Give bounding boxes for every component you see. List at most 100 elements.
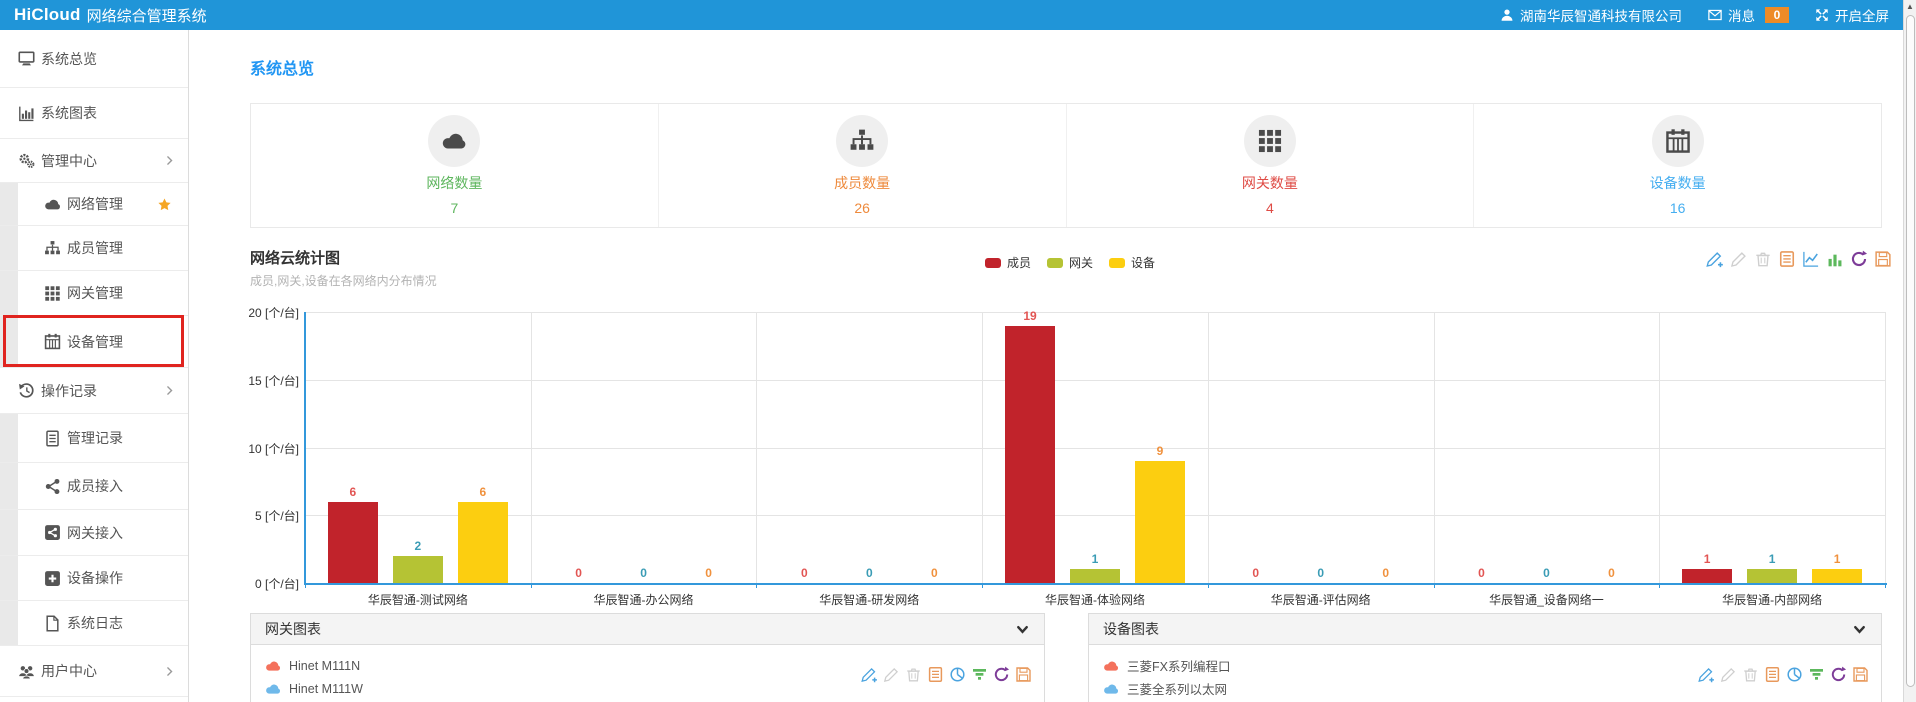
sidebar-item-label: 系统图表 [41,103,97,123]
user-icon [1500,8,1514,22]
sidebar-item-operation-records[interactable]: 操作记录 [0,368,188,414]
doc-icon[interactable] [1764,666,1781,683]
device-item-label: 三菱FX系列编程口 [1127,656,1230,675]
bar-chart-icon[interactable] [1826,250,1844,268]
sidebar-item-gateway-access[interactable]: 网关接入 [0,510,188,556]
bar-成员[interactable] [1682,569,1732,583]
envelope-icon [1708,8,1722,22]
stat-card-networks: 网络数量 7 [251,104,659,227]
sidebar-item-label: 管理中心 [41,151,97,171]
stat-value: 16 [1670,200,1686,216]
app-root: { "colors": { "navbar_bg": "#2095d8", "b… [0,0,1916,702]
company-menu[interactable]: 湖南华辰智通科技有限公司 [1500,5,1682,25]
bar-网关[interactable] [1070,569,1120,583]
sidebar-item-system-overview[interactable]: 系统总览 [0,30,188,88]
x-axis-category-label: 华辰智通-体验网络 [982,591,1208,608]
bar-网关[interactable] [1747,569,1797,583]
sidebar-item-label: 系统总览 [41,49,97,69]
edit-icon[interactable] [1730,250,1748,268]
bar-成员[interactable] [1005,326,1055,583]
bar-设备[interactable] [1812,569,1862,583]
navbar-right-group: 湖南华辰智通科技有限公司 消息 0 开启全屏 [1500,5,1889,25]
trash-icon[interactable] [1742,666,1759,683]
sidebar-item-management-records[interactable]: 管理记录 [0,414,188,463]
x-axis-tick [1659,583,1660,588]
pie-icon[interactable] [949,666,966,683]
sidebar-item-management-center[interactable]: 管理中心 [0,139,188,183]
line-chart-icon[interactable] [1802,250,1820,268]
save-icon[interactable] [1852,666,1869,683]
x-axis-category-label: 华辰智通-内部网络 [1659,591,1885,608]
bar-value-label: 0 [1231,566,1281,580]
refresh-icon[interactable] [1850,250,1868,268]
edit-add-icon[interactable] [1698,666,1715,683]
refresh-icon[interactable] [1830,666,1847,683]
cloud-icon [441,128,467,154]
y-axis-tick-label: 0 [个/台] [229,575,299,592]
gridline-vertical [531,312,532,583]
sidebar-item-gateway-management[interactable]: 网关管理 [0,271,188,316]
legend-item-members[interactable]: 成员 [985,254,1031,271]
messages-menu[interactable]: 消息 0 [1708,5,1789,25]
funnel-icon[interactable] [1808,666,1825,683]
funnel-icon[interactable] [971,666,988,683]
grid-icon [1257,128,1283,154]
messages-label: 消息 [1728,5,1755,25]
top-navbar: HiCloud 网络综合管理系统 湖南华辰智通科技有限公司 消息 0 开启全屏 [0,0,1903,30]
edit-add-icon[interactable] [1706,250,1724,268]
sidebar-item-system-charts[interactable]: 系统图表 [0,88,188,139]
gateway-item-label: Hinet M111W [289,682,363,696]
scrollbar-up-arrow[interactable]: ▲ [1904,0,1916,14]
bar-设备[interactable] [1135,461,1185,583]
pie-icon[interactable] [1786,666,1803,683]
chevron-down-icon [1015,622,1030,637]
trash-icon[interactable] [905,666,922,683]
panel-title: 设备图表 [1103,619,1159,639]
bar-value-label: 2 [393,539,443,553]
device-item-label: 三菱全系列以太网 [1127,679,1227,698]
sidebar-item-device-operations[interactable]: 设备操作 [0,556,188,601]
chart-toolbar [1706,250,1892,268]
bar-value-label: 1 [1682,552,1732,566]
scrollbar-thumb[interactable] [1906,15,1915,687]
edit-add-icon[interactable] [861,666,878,683]
x-axis-tick [1434,583,1435,588]
doc-icon[interactable] [1778,250,1796,268]
legend-item-devices[interactable]: 设备 [1109,254,1155,271]
gridline-vertical [1208,312,1209,583]
x-axis-category-label: 华辰智通-办公网络 [531,591,757,608]
trash-icon[interactable] [1754,250,1772,268]
fullscreen-toggle[interactable]: 开启全屏 [1815,5,1889,25]
sidebar-item-user-center[interactable]: 用户中心 [0,646,188,697]
bar-value-label: 0 [844,566,894,580]
sidebar-item-device-management[interactable]: 设备管理 [0,316,188,368]
device-panel-header[interactable]: 设备图表 [1089,614,1881,645]
bar-value-label: 0 [554,566,604,580]
bar-成员[interactable] [328,502,378,583]
cloud-icon [265,681,281,697]
sidebar-item-system-logs[interactable]: 系统日志 [0,601,188,646]
bar-网关[interactable] [393,556,443,583]
bar-设备[interactable] [458,502,508,583]
legend-item-gateways[interactable]: 网关 [1047,254,1093,271]
bar-value-label: 1 [1070,552,1120,566]
bar-value-label: 1 [1747,552,1797,566]
y-axis-tick-label: 5 [个/台] [229,507,299,524]
save-icon[interactable] [1015,666,1032,683]
sidebar-item-network-management[interactable]: 网络管理 [0,183,188,226]
edit-icon[interactable] [1720,666,1737,683]
sidebar-item-member-management[interactable]: 成员管理 [0,226,188,271]
edit-icon[interactable] [883,666,900,683]
save-icon[interactable] [1874,250,1892,268]
page-scrollbar[interactable]: ▲ [1903,0,1916,702]
sidebar-item-label: 系统日志 [67,613,123,633]
gateway-charts-panel: 网关图表 Hinet M111N Hinet M111W [250,613,1045,702]
refresh-icon[interactable] [993,666,1010,683]
sidebar-item-member-access[interactable]: 成员接入 [0,463,188,510]
doc-icon[interactable] [927,666,944,683]
gateway-panel-header[interactable]: 网关图表 [251,614,1044,645]
stat-label: 成员数量 [834,173,890,193]
bar-value-label: 6 [458,485,508,499]
x-axis-category-label: 华辰智通-评估网络 [1208,591,1434,608]
sidebar-menu: 系统总览 系统图表 管理中心 网络管理 成员管理 网关管理 设备管理 操作记录 … [0,30,189,702]
